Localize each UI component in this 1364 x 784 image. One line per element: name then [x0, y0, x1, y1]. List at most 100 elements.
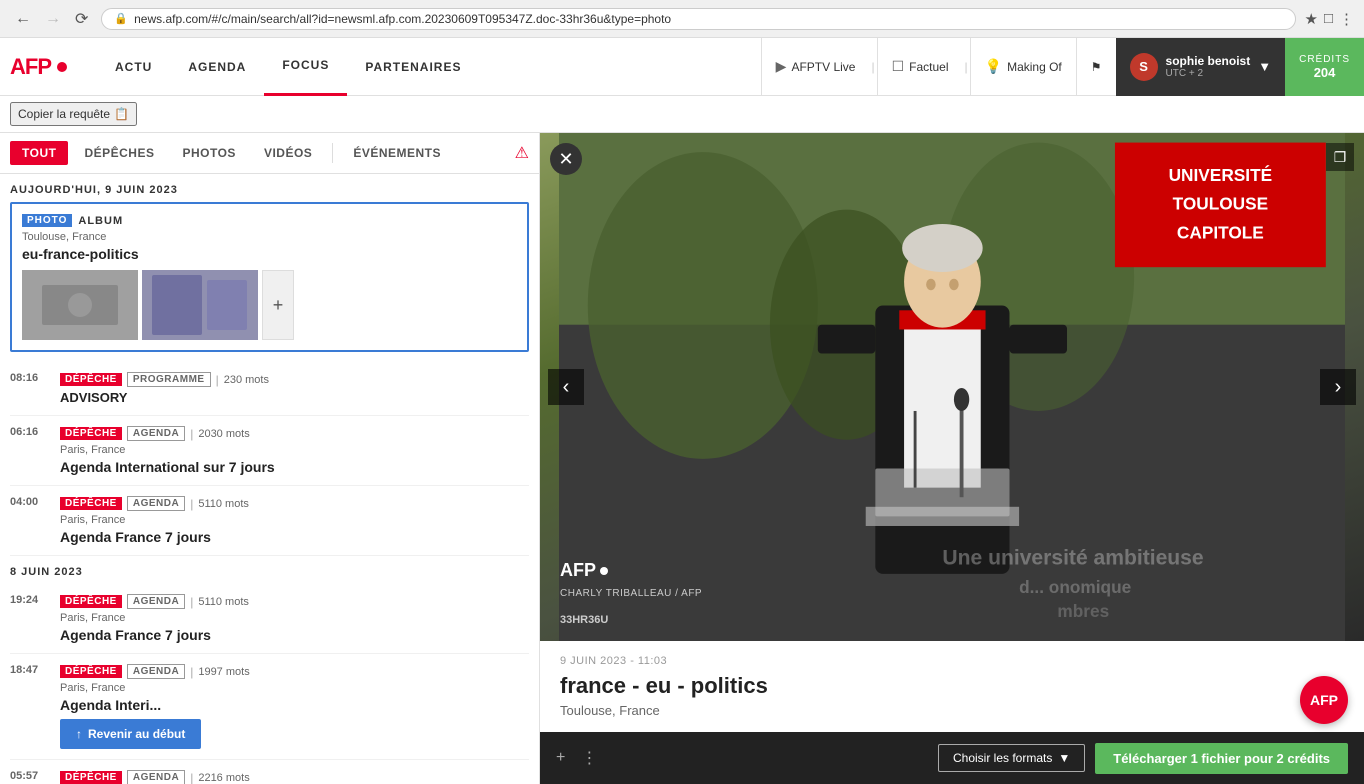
- download-button[interactable]: Télécharger 1 fichier pour 2 crédits: [1095, 743, 1348, 774]
- tag-depeche: DÉPÊCHE: [60, 665, 122, 678]
- tag-separator: |: [190, 771, 193, 784]
- article-content: DÉPÊCHE AGENDA | 5110 mots Paris, France…: [60, 496, 529, 545]
- main-layout: TOUT DÉPÊCHES PHOTOS VIDÉOS ÉVÉNEMENTS ⚠…: [0, 133, 1364, 784]
- extensions-icon[interactable]: □: [1324, 10, 1333, 27]
- share-icon[interactable]: ⋮: [581, 748, 597, 768]
- results-area[interactable]: AUJOURD'HUI, 9 JUIN 2023 PHOTO ALBUM Tou…: [0, 174, 539, 784]
- tag-separator: |: [190, 595, 193, 609]
- article-tags: DÉPÊCHE AGENDA | 5110 mots: [60, 496, 529, 511]
- afp-navigation: ACTU AGENDA FOCUS PARTENAIRES: [97, 38, 761, 96]
- svg-text:UNIVERSITÉ: UNIVERSITÉ: [1169, 165, 1273, 185]
- back-button[interactable]: ←: [10, 8, 36, 30]
- prev-arrow[interactable]: ‹: [548, 369, 584, 405]
- bookmark-star-icon[interactable]: ★: [1304, 10, 1317, 28]
- bottom-right-actions: Choisir les formats ▼ Télécharger 1 fich…: [938, 743, 1348, 774]
- afptv-live-btn[interactable]: ▶ AFPTV Live: [761, 38, 870, 96]
- tab-evenements[interactable]: ÉVÉNEMENTS: [341, 141, 453, 165]
- tab-divider: [332, 143, 333, 163]
- menu-icon[interactable]: ⋮: [1339, 10, 1354, 28]
- thumb-image-2: [142, 270, 258, 340]
- article-location: Paris, France: [60, 682, 529, 694]
- article-item[interactable]: 08:16 DÉPÊCHE PROGRAMME | 230 mots ADVIS…: [10, 362, 529, 416]
- tab-photos[interactable]: PHOTOS: [170, 141, 247, 165]
- article-item[interactable]: 19:24 DÉPÊCHE AGENDA | 5110 mots Paris, …: [10, 584, 529, 654]
- tag-mots: 2030 mots: [198, 428, 249, 440]
- tag-mots: 2216 mots: [198, 772, 249, 784]
- article-item[interactable]: 06:16 DÉPÊCHE AGENDA | 2030 mots Paris, …: [10, 416, 529, 486]
- nav-actu[interactable]: ACTU: [97, 38, 170, 96]
- article-item[interactable]: 05:57 DÉPÊCHE AGENDA | 2216 mots: [10, 760, 529, 784]
- photo-info: 9 JUIN 2023 - 11:03 france - eu - politi…: [540, 641, 1364, 732]
- factuel-btn[interactable]: ☐ Factuel: [877, 38, 963, 96]
- afp-chat-button[interactable]: AFP: [1300, 676, 1348, 724]
- photo-thumb-2[interactable]: [142, 270, 258, 340]
- tab-tout[interactable]: TOUT: [10, 141, 68, 165]
- featured-title: eu-france-politics: [22, 246, 517, 262]
- afptv-label: AFPTV Live: [791, 60, 855, 74]
- bookmark-btn[interactable]: ⚑: [1076, 38, 1116, 96]
- photo-date: 9 JUIN 2023 - 11:03: [560, 655, 1344, 667]
- article-location: Paris, France: [60, 612, 529, 624]
- url-bar[interactable]: 🔒 news.afp.com/#/c/main/search/all?id=ne…: [101, 8, 1296, 30]
- afp-logo[interactable]: AFP: [10, 54, 67, 80]
- tag-agenda: AGENDA: [127, 496, 185, 511]
- choose-format-button[interactable]: Choisir les formats ▼: [938, 744, 1085, 772]
- tag-separator: |: [216, 373, 219, 387]
- user-section[interactable]: S sophie benoist UTC + 2 ▼: [1116, 38, 1286, 96]
- reload-button[interactable]: ⟳: [70, 7, 93, 31]
- featured-article[interactable]: PHOTO ALBUM Toulouse, France eu-france-p…: [10, 202, 529, 352]
- chevron-down-icon: ▼: [1058, 751, 1070, 765]
- browser-actions: ★ □ ⋮: [1304, 10, 1354, 28]
- photo-title: france - eu - politics: [560, 673, 1344, 699]
- article-tags: DÉPÊCHE AGENDA | 1997 mots: [60, 664, 529, 679]
- featured-location: Toulouse, France: [22, 231, 517, 243]
- user-avatar: S: [1130, 53, 1158, 81]
- article-time: 06:16: [10, 426, 50, 438]
- article-tags: DÉPÊCHE AGENDA | 2030 mots: [60, 426, 529, 441]
- article-location: Paris, France: [60, 514, 529, 526]
- revenir-label: Revenir au début: [88, 727, 185, 741]
- separator2: |: [963, 60, 970, 74]
- date-header-today: AUJOURD'HUI, 9 JUIN 2023: [10, 174, 529, 202]
- article-tags: DÉPÊCHE PROGRAMME | 230 mots: [60, 372, 529, 387]
- article-title: Agenda Interi...: [60, 697, 529, 713]
- next-arrow[interactable]: ›: [1320, 369, 1356, 405]
- filter-tabs: TOUT DÉPÊCHES PHOTOS VIDÉOS ÉVÉNEMENTS ⚠: [0, 133, 539, 174]
- add-to-list-icon[interactable]: +: [556, 749, 565, 767]
- close-button[interactable]: ✕: [550, 143, 582, 175]
- tab-depeches[interactable]: DÉPÊCHES: [72, 141, 166, 165]
- article-tags: DÉPÊCHE AGENDA | 5110 mots: [60, 594, 529, 609]
- copy-icon: 📋: [114, 107, 129, 121]
- revenir-debut-button[interactable]: ↑ Revenir au début: [60, 719, 201, 749]
- article-content: DÉPÊCHE AGENDA | 1997 mots Paris, France…: [60, 664, 529, 749]
- article-time: 08:16: [10, 372, 50, 384]
- article-content: DÉPÊCHE AGENDA | 2030 mots Paris, France…: [60, 426, 529, 475]
- featured-type-row: PHOTO ALBUM: [22, 214, 517, 227]
- copy-query-button[interactable]: Copier la requête 📋: [10, 102, 137, 126]
- watermark-text: AFP: [560, 560, 596, 581]
- nav-agenda[interactable]: AGENDA: [170, 38, 264, 96]
- article-title: Agenda France 7 jours: [60, 529, 529, 545]
- forward-button[interactable]: →: [40, 8, 66, 30]
- expand-button[interactable]: ❐: [1326, 143, 1354, 171]
- credits-label: Crédits: [1299, 54, 1350, 65]
- bottom-toolbar: + ⋮ Choisir les formats ▼ Télécharger 1 …: [540, 732, 1364, 784]
- photo-thumb-1[interactable]: [22, 270, 138, 340]
- nav-focus[interactable]: FOCUS: [264, 38, 347, 96]
- tag-separator: |: [190, 497, 193, 511]
- photo-viewer: UNIVERSITÉ TOULOUSE CAPITOLE UNIVERSITÉ …: [540, 133, 1364, 641]
- photo-more-button[interactable]: +: [262, 270, 294, 340]
- search-bar-row: Copier la requête 📋: [0, 96, 1364, 133]
- nav-partenaires[interactable]: PARTENAIRES: [347, 38, 479, 96]
- tab-videos[interactable]: VIDÉOS: [252, 141, 324, 165]
- photo-id: 33HR36U: [560, 614, 608, 626]
- article-item[interactable]: 18:47 DÉPÊCHE AGENDA | 1997 mots Paris, …: [10, 654, 529, 760]
- tag-separator: |: [190, 427, 193, 441]
- article-item[interactable]: 04:00 DÉPÊCHE AGENDA | 5110 mots Paris, …: [10, 486, 529, 556]
- article-title: ADVISORY: [60, 390, 529, 405]
- chat-icon: ☐: [892, 58, 905, 75]
- user-name: sophie benoist: [1166, 54, 1251, 68]
- making-of-btn[interactable]: 💡 Making Of: [970, 38, 1076, 96]
- article-title: Agenda France 7 jours: [60, 627, 529, 643]
- right-panel: UNIVERSITÉ TOULOUSE CAPITOLE UNIVERSITÉ …: [540, 133, 1364, 784]
